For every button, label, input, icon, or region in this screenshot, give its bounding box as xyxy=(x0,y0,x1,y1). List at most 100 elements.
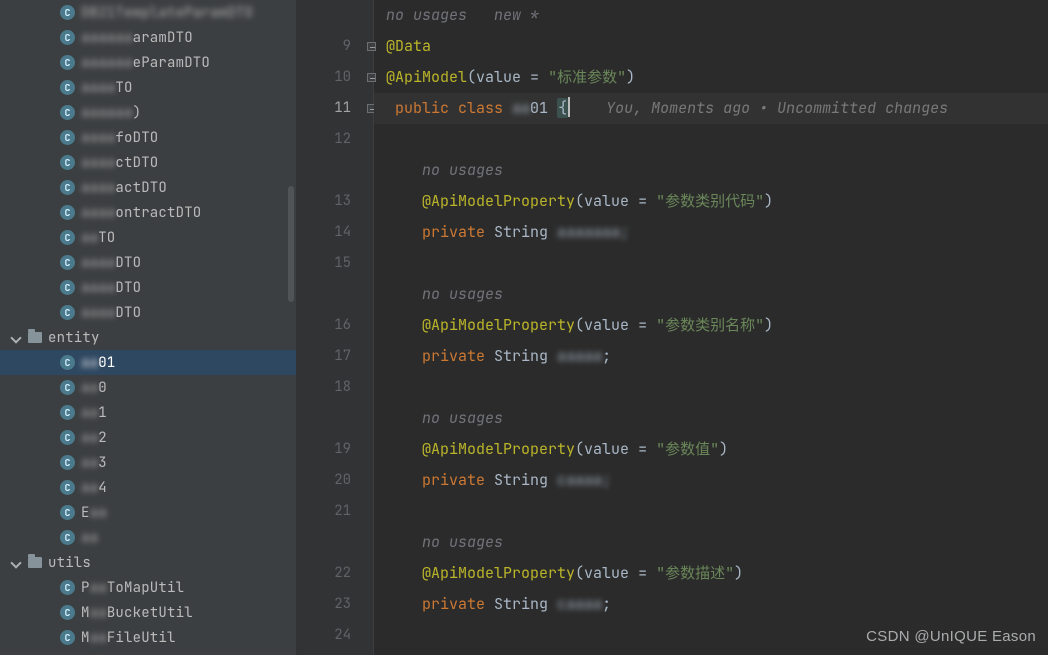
code-line[interactable] xyxy=(386,496,1048,527)
chevron-down-icon xyxy=(10,332,21,343)
code-line[interactable]: @Data xyxy=(386,31,1048,62)
tree-file[interactable]: CaaaaactDTO xyxy=(0,175,296,200)
vcs-inlay-hint: You, Moments ago • Uncommitted changes xyxy=(570,98,948,118)
gutter-line: 22 xyxy=(297,558,351,589)
code-line[interactable]: no usages xyxy=(386,279,1048,310)
code-line[interactable]: no usages new * xyxy=(386,0,1048,31)
tree-file-label: aaaaDTO xyxy=(81,254,141,272)
tree-file[interactable]: Caa0 xyxy=(0,375,296,400)
gutter-line: 17 xyxy=(297,341,351,372)
tree-file[interactable]: CaaaaDTO xyxy=(0,250,296,275)
tree-folder[interactable]: utils xyxy=(0,550,296,575)
tree-file[interactable]: C PaaToMapUtil xyxy=(0,575,296,600)
tree-file-label: aaaafoDTO xyxy=(81,129,158,147)
chevron-down-icon xyxy=(10,557,21,568)
class-icon: C xyxy=(60,255,75,270)
code-editor[interactable]: 9101112131415161718192021222324 no usage… xyxy=(297,0,1048,655)
gutter-line: 11 xyxy=(297,93,351,124)
tree-file[interactable]: CaaaaaaaramDTO xyxy=(0,25,296,50)
gutter-line: 12 xyxy=(297,124,351,155)
gutter-line xyxy=(297,0,351,31)
class-icon: C xyxy=(60,130,75,145)
gutter-line: 21 xyxy=(297,496,351,527)
tree-file-label: MaaFileUtil xyxy=(81,629,176,647)
project-tree[interactable]: CDB21TemplateParamDTOCaaaaaaaramDTOCaaaa… xyxy=(0,0,297,655)
tree-file[interactable]: Caa2 xyxy=(0,425,296,450)
code-line[interactable]: @ApiModelProperty(value = "参数类别名称") xyxy=(386,310,1048,341)
gutter-line: 19 xyxy=(297,434,351,465)
class-icon: C xyxy=(60,505,75,520)
gutter-line: 15 xyxy=(297,248,351,279)
code-area[interactable]: no usages new *@Data@ApiModel(value = "标… xyxy=(374,0,1048,655)
gutter-line: 10 xyxy=(297,62,351,93)
tree-file[interactable]: Caa4 xyxy=(0,475,296,500)
code-line[interactable]: @ApiModelProperty(value = "参数描述") xyxy=(386,558,1048,589)
class-icon: C xyxy=(60,155,75,170)
gutter-line xyxy=(297,403,351,434)
tree-file-label: aaaaDTO xyxy=(81,304,141,322)
code-line[interactable]: private String caaaa; xyxy=(386,589,1048,620)
tree-file-label: aaaaactDTO xyxy=(81,179,167,197)
tree-file-label: aa4 xyxy=(81,479,107,497)
code-line[interactable]: private String aaaaa; xyxy=(386,341,1048,372)
code-line[interactable] xyxy=(386,248,1048,279)
tree-file[interactable]: CaaaactDTO xyxy=(0,150,296,175)
tree-file[interactable]: CEaa xyxy=(0,500,296,525)
gutter-line: 13 xyxy=(297,186,351,217)
gutter-line: 14 xyxy=(297,217,351,248)
tree-file[interactable]: Caa xyxy=(0,525,296,550)
tree-file[interactable]: CaaTO xyxy=(0,225,296,250)
tree-folder[interactable]: entity xyxy=(0,325,296,350)
tree-file[interactable]: CaaaaDTO xyxy=(0,300,296,325)
code-line[interactable]: private String aaaaaaa; xyxy=(386,217,1048,248)
tree-file[interactable]: C DB21TemplateParamDTO xyxy=(0,0,296,25)
class-icon: C xyxy=(60,405,75,420)
gutter-line: 16 xyxy=(297,310,351,341)
tree-file[interactable]: CMaaBucketUtil xyxy=(0,600,296,625)
code-line[interactable]: @ApiModel(value = "标准参数") xyxy=(386,62,1048,93)
sidebar-scrollbar[interactable] xyxy=(288,186,294,302)
code-line[interactable]: no usages xyxy=(386,403,1048,434)
tree-file-label: aa1 xyxy=(81,404,107,422)
tree-file[interactable]: Caa1 xyxy=(0,400,296,425)
tree-folder-label: utils xyxy=(48,554,91,572)
code-line[interactable] xyxy=(386,124,1048,155)
gutter-line xyxy=(297,155,351,186)
tree-file-label: aaaaaaaramDTO xyxy=(81,29,193,47)
class-icon: C xyxy=(60,105,75,120)
tree-file[interactable]: CaaaaaaeParamDTO xyxy=(0,50,296,75)
tree-file-label: aa2 xyxy=(81,429,107,447)
tree-file[interactable]: CPaaeterProcessingUtil xyxy=(0,650,296,655)
tree-file[interactable]: CaaaaTO xyxy=(0,75,296,100)
tree-file[interactable]: CaaaaontractDTO xyxy=(0,200,296,225)
gutter-line: 18 xyxy=(297,372,351,403)
gutter-line: 24 xyxy=(297,620,351,651)
code-line[interactable]: @ApiModelProperty(value = "参数类别代码") xyxy=(386,186,1048,217)
tree-file-label: aa0 xyxy=(81,379,107,397)
tree-file-label: aaaaaaeParamDTO xyxy=(81,54,210,72)
tree-file[interactable]: Caa3 xyxy=(0,450,296,475)
tree-file[interactable]: CaaaaDTO xyxy=(0,275,296,300)
tree-file-label: aa01 xyxy=(81,354,115,372)
code-line[interactable]: no usages xyxy=(386,527,1048,558)
gutter-line: 20 xyxy=(297,465,351,496)
gutter-line xyxy=(297,527,351,558)
folder-icon xyxy=(28,332,42,343)
class-icon: C xyxy=(60,530,75,545)
watermark: CSDN @UnIQUE Eason xyxy=(866,628,1036,645)
code-line[interactable] xyxy=(386,372,1048,403)
class-icon: C xyxy=(60,55,75,70)
tree-file[interactable]: Caaaaaa) xyxy=(0,100,296,125)
tree-file[interactable]: CaaaafoDTO xyxy=(0,125,296,150)
class-icon: C xyxy=(60,580,75,595)
tree-file[interactable]: CMaaFileUtil xyxy=(0,625,296,650)
class-icon: C xyxy=(60,5,75,20)
tree-file-label: PaaToMapUtil xyxy=(81,579,184,597)
code-line[interactable]: @ApiModelProperty(value = "参数值") xyxy=(386,434,1048,465)
tree-file-label: DB21TemplateParamDTO xyxy=(81,4,253,22)
tree-file-label: aaaaDTO xyxy=(81,279,141,297)
code-line[interactable]: no usages xyxy=(386,155,1048,186)
class-icon: C xyxy=(60,230,75,245)
tree-file[interactable]: Caa01 xyxy=(0,350,296,375)
code-line[interactable]: private String caaaa; xyxy=(386,465,1048,496)
